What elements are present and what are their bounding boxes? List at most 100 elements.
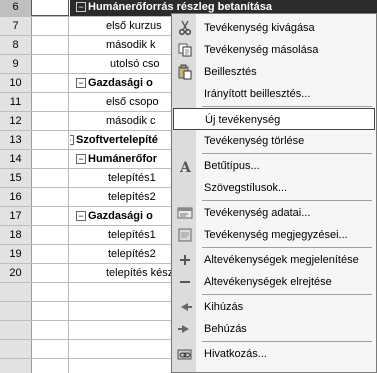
- collapse-toggle-icon[interactable]: −: [76, 154, 86, 164]
- row-number[interactable]: 9: [0, 55, 32, 73]
- indicator-cell[interactable]: [31, 226, 69, 244]
- menu-item-tevekenyseg-megjegyzesei[interactable]: Tevékenység megjegyzései...: [173, 224, 375, 246]
- row-number[interactable]: 14: [0, 150, 32, 168]
- menu-item-uj-tevekenyseg[interactable]: Új tevékenység: [173, 108, 375, 130]
- menu-item-label: Tevékenység törlése: [204, 135, 305, 147]
- indicator-cell[interactable]: [31, 150, 69, 168]
- row-number[interactable]: 18: [0, 226, 32, 244]
- copy-icon: [177, 42, 193, 58]
- menu-item-szovegstilusok[interactable]: Szövegstílusok...: [173, 177, 375, 199]
- row-number[interactable]: 16: [0, 188, 32, 206]
- indicator-cell[interactable]: [31, 188, 69, 206]
- indicator-cell[interactable]: [31, 283, 69, 301]
- collapse-toggle-icon[interactable]: −: [76, 211, 86, 221]
- row-number[interactable]: 13: [0, 131, 32, 149]
- task-name: telepítés kész: [106, 267, 174, 279]
- task-name: telepítés2: [108, 248, 156, 260]
- menu-item-label: Kihúzás: [204, 301, 244, 313]
- outdent-icon: [177, 299, 193, 315]
- task-name: telepítés1: [108, 229, 156, 241]
- menu-item-label: Tevékenység adatai...: [204, 207, 311, 219]
- menu-item-altevekenysegek-megjelenitese[interactable]: Altevékenységek megjelenítése: [173, 249, 375, 271]
- font-icon: A: [177, 158, 193, 176]
- row-number[interactable]: 17: [0, 207, 32, 225]
- menu-item-tevekenyseg-kivagasa[interactable]: Tevékenység kivágása: [173, 17, 375, 39]
- show-subtasks-icon: [177, 252, 193, 268]
- task-name: telepítés1: [108, 172, 156, 184]
- menu-item-tevekenyseg-adatai[interactable]: Tevékenység adatai...: [173, 202, 375, 224]
- row-number[interactable]: [0, 321, 32, 339]
- indicator-cell[interactable]: [31, 169, 69, 187]
- task-name: Szoftvertelepíté: [76, 134, 158, 146]
- collapse-toggle-icon[interactable]: −: [70, 135, 74, 145]
- task-name: Gazdasági o: [88, 210, 153, 222]
- menu-item-tevekenyseg-torlese[interactable]: Tevékenység törlése: [173, 130, 375, 152]
- menu-item-label: Irányított beillesztés...: [204, 88, 311, 100]
- menu-item-label: Tevékenység megjegyzései...: [204, 229, 348, 241]
- row-number[interactable]: 7: [0, 17, 32, 35]
- gantt-sheet: 6− Humánerőforrás részleg betanítása 7 első…: [0, 0, 377, 373]
- row-number[interactable]: 12: [0, 112, 32, 130]
- indicator-cell[interactable]: [31, 112, 69, 130]
- menu-separator: [202, 294, 372, 295]
- menu-item-kihuzas[interactable]: Kihúzás: [173, 296, 375, 318]
- hyperlink-icon: [177, 346, 193, 362]
- menu-item-beillesztes[interactable]: Beillesztés: [173, 61, 375, 83]
- collapse-toggle-icon[interactable]: −: [76, 78, 86, 88]
- paste-icon: [177, 64, 193, 80]
- menu-item-altevekenysegek-elrejtese[interactable]: Altevékenységek elrejtése: [173, 271, 375, 293]
- task-name: Gazdasági o: [88, 77, 153, 89]
- collapse-toggle-icon[interactable]: −: [76, 2, 86, 12]
- indicator-cell[interactable]: [31, 36, 69, 54]
- indicator-cell[interactable]: [31, 0, 69, 16]
- indicator-cell[interactable]: [31, 340, 69, 358]
- indicator-cell[interactable]: [31, 131, 69, 149]
- hide-subtasks-icon: [177, 274, 193, 290]
- indicator-cell[interactable]: [31, 74, 69, 92]
- indicator-cell[interactable]: [31, 93, 69, 111]
- indicator-cell[interactable]: [31, 359, 69, 373]
- row-number[interactable]: 19: [0, 245, 32, 263]
- row-number[interactable]: [0, 359, 32, 373]
- row-number[interactable]: 11: [0, 93, 32, 111]
- task-name: második c: [106, 115, 156, 127]
- indicator-cell[interactable]: [31, 55, 69, 73]
- menu-item-behuzas[interactable]: Behúzás: [173, 318, 375, 340]
- row-number[interactable]: 6: [0, 0, 32, 16]
- task-name: első csopo: [106, 96, 159, 108]
- row-number[interactable]: 20: [0, 264, 32, 282]
- menu-separator: [202, 200, 372, 201]
- menu-item-label: Behúzás: [204, 323, 247, 335]
- task-name: második k: [106, 39, 156, 51]
- menu-item-label: Tevékenység kivágása: [204, 22, 315, 34]
- menu-item-label: Szövegstílusok...: [204, 182, 288, 194]
- menu-item-label: Új tevékenység: [205, 114, 281, 126]
- menu-item-label: Beillesztés: [204, 66, 257, 78]
- context-menu: Tevékenység kivágása Tevékenység másolása…: [171, 13, 377, 373]
- indicator-cell[interactable]: [31, 207, 69, 225]
- indicator-cell[interactable]: [31, 17, 69, 35]
- scissors-icon: [177, 20, 193, 36]
- menu-separator: [202, 247, 372, 248]
- row-number[interactable]: 10: [0, 74, 32, 92]
- task-info-icon: [177, 205, 193, 221]
- task-name: Humánerőfor: [88, 153, 158, 165]
- task-name: utolsó cso: [110, 58, 160, 70]
- menu-item-label: Tevékenység másolása: [204, 44, 319, 56]
- menu-item-hivatkozas[interactable]: Hivatkozás...: [173, 343, 375, 365]
- menu-item-betutipus[interactable]: A Betűtípus...: [173, 155, 375, 177]
- row-number[interactable]: 15: [0, 169, 32, 187]
- row-number[interactable]: [0, 340, 32, 358]
- task-name: telepítés2: [108, 191, 156, 203]
- menu-separator: [202, 106, 372, 107]
- menu-item-label: Hivatkozás...: [204, 348, 267, 360]
- row-number[interactable]: 8: [0, 36, 32, 54]
- menu-item-tevekenyseg-masolasa[interactable]: Tevékenység másolása: [173, 39, 375, 61]
- row-number[interactable]: [0, 302, 32, 320]
- indicator-cell[interactable]: [31, 245, 69, 263]
- row-number[interactable]: [0, 283, 32, 301]
- indicator-cell[interactable]: [31, 264, 69, 282]
- menu-item-iranyitott-beillesztes[interactable]: Irányított beillesztés...: [173, 83, 375, 105]
- indicator-cell[interactable]: [31, 321, 69, 339]
- indicator-cell[interactable]: [31, 302, 69, 320]
